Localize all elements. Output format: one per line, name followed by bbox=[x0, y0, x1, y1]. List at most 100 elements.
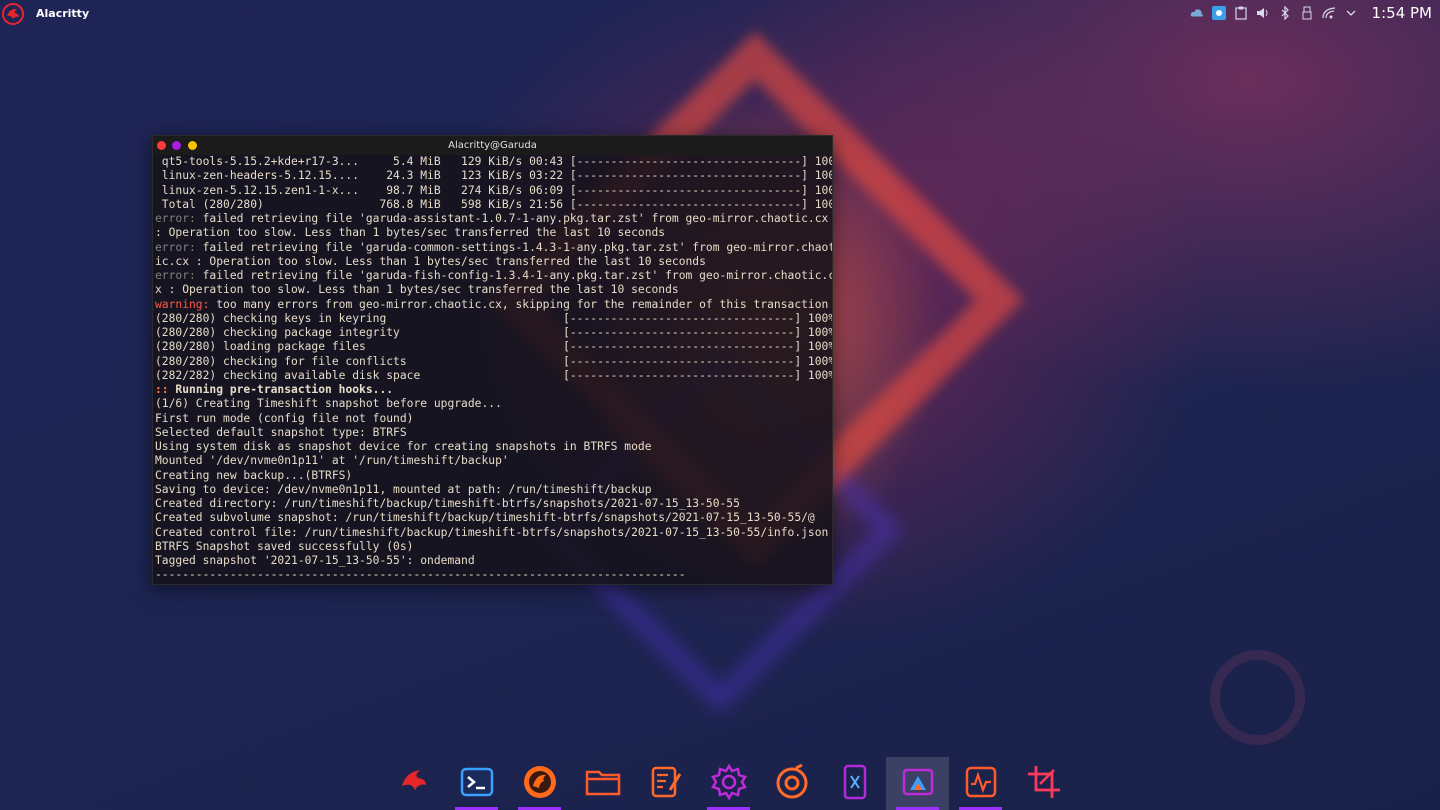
terminal-line: Total (280/280) 768.8 MiB 598 KiB/s 21:5… bbox=[155, 198, 832, 212]
garuda-menu-icon[interactable] bbox=[1, 2, 25, 26]
terminal-line: qt5-tools-5.15.2+kde+r17-3... 5.4 MiB 12… bbox=[155, 155, 832, 169]
line-text: (280/280) checking package integrity [--… bbox=[155, 326, 832, 339]
text-editor-icon bbox=[646, 762, 686, 806]
terminal-line: ic.cx : Operation too slow. Less than 1 … bbox=[155, 255, 832, 269]
dock-item[interactable] bbox=[1012, 757, 1075, 810]
line-text: (1/6) Creating Timeshift snapshot before… bbox=[155, 397, 502, 411]
dock-item[interactable] bbox=[697, 757, 760, 810]
system-monitor-icon bbox=[961, 762, 1001, 806]
terminal-line: (280/280) checking package integrity [--… bbox=[155, 326, 832, 340]
volume-icon[interactable] bbox=[1256, 5, 1270, 21]
terminal-line: error: failed retrieving file 'garuda-fi… bbox=[155, 269, 832, 283]
dock-item[interactable] bbox=[949, 757, 1012, 810]
dock-item[interactable] bbox=[382, 757, 445, 810]
line-text: : Operation too slow. Less than 1 bytes/… bbox=[155, 226, 666, 240]
wifi-icon[interactable] bbox=[1322, 5, 1336, 21]
line-text: Using system disk as snapshot device for… bbox=[155, 440, 652, 453]
terminal-line: Created control file: /run/timeshift/bac… bbox=[155, 526, 832, 540]
dock bbox=[382, 757, 1075, 810]
dock-item[interactable] bbox=[508, 757, 571, 810]
terminal-line: Saving to device: /dev/nvme0n1p11, mount… bbox=[155, 483, 832, 497]
line-text: failed retrieving file 'garuda-fish-conf… bbox=[195, 269, 832, 282]
kde-connect-icon bbox=[835, 762, 875, 806]
system-tray bbox=[1190, 5, 1358, 21]
clock[interactable]: 1:54 PM bbox=[1372, 4, 1432, 22]
line-text: Running pre-transaction hooks... bbox=[168, 383, 394, 396]
line-text: Selected default snapshot type: BTRFS bbox=[155, 425, 407, 439]
window-titlebar[interactable]: Alacritty@Garuda bbox=[153, 136, 832, 155]
terminal-line: Tagged snapshot '2021-07-15_13-50-55': o… bbox=[155, 554, 832, 568]
terminal-line: Created subvolume snapshot: /run/timeshi… bbox=[155, 511, 832, 525]
line-text: BTRFS Snapshot saved successfully (0s) bbox=[155, 539, 414, 553]
terminal-line: ----------------------------------------… bbox=[155, 568, 832, 582]
terminal-line: error: failed retrieving file 'garuda-as… bbox=[155, 212, 832, 226]
line-text: failed retrieving file 'garuda-assistant… bbox=[195, 212, 829, 225]
window-title: Alacritty@Garuda bbox=[448, 140, 537, 151]
dock-item[interactable] bbox=[886, 757, 949, 810]
terminal-line: Using system disk as snapshot device for… bbox=[155, 440, 832, 454]
line-prefix: error: bbox=[155, 240, 196, 254]
line-text: Created control file: /run/timeshift/bac… bbox=[155, 525, 829, 539]
terminal-line: (282/282) checking available disk space … bbox=[155, 369, 832, 383]
terminal-line: linux-zen-5.12.15.zen1-1-x... 98.7 MiB 2… bbox=[155, 184, 832, 198]
terminal-line: (280/280) checking for file conflicts [-… bbox=[155, 355, 832, 369]
bluetooth-icon[interactable] bbox=[1278, 5, 1292, 21]
line-text: failed retrieving file 'garuda-common-se… bbox=[195, 240, 832, 254]
garuda-assistant-icon bbox=[898, 762, 938, 806]
terminal-line: BTRFS Snapshot saved successfully (0s) bbox=[155, 540, 832, 554]
garuda-eagle-icon bbox=[394, 762, 434, 806]
line-text: x : Operation too slow. Less than 1 byte… bbox=[155, 283, 679, 297]
terminal-line: Creating new backup...(BTRFS) bbox=[155, 469, 832, 483]
clipboard-icon[interactable] bbox=[1234, 5, 1248, 21]
line-text: Saving to device: /dev/nvme0n1p11, mount… bbox=[155, 482, 652, 496]
line-text: Mounted '/dev/nvme0n1p11' at '/run/times… bbox=[155, 454, 509, 468]
dock-item[interactable] bbox=[823, 757, 886, 810]
line-prefix: error: bbox=[155, 212, 196, 225]
line-text: (282/282) checking available disk space … bbox=[155, 368, 832, 382]
file-manager-icon bbox=[583, 762, 623, 806]
line-text: too many errors from geo-mirror.chaotic.… bbox=[209, 297, 829, 311]
terminal-line: Created directory: /run/timeshift/backup… bbox=[155, 497, 832, 511]
terminal-line: Mounted '/dev/nvme0n1p11' at '/run/times… bbox=[155, 454, 832, 468]
firedragon-browser-icon bbox=[520, 762, 560, 806]
line-text: linux-zen-5.12.15.zen1-1-x... 98.7 MiB 2… bbox=[155, 183, 832, 197]
line-text: (280/280) checking keys in keyring [----… bbox=[155, 311, 832, 325]
line-text: Creating new backup...(BTRFS) bbox=[155, 468, 353, 482]
line-text: Created subvolume snapshot: /run/timeshi… bbox=[155, 511, 815, 525]
weather-icon[interactable] bbox=[1190, 5, 1204, 21]
line-text: qt5-tools-5.15.2+kde+r17-3... 5.4 MiB 12… bbox=[155, 155, 832, 168]
line-prefix: :: bbox=[155, 383, 169, 396]
usb-icon[interactable] bbox=[1300, 5, 1314, 21]
terminal-line: warning: too many errors from geo-mirror… bbox=[155, 298, 832, 312]
line-text: Total (280/280) 768.8 MiB 598 KiB/s 21:5… bbox=[155, 197, 832, 211]
screenshot-icon[interactable] bbox=[1212, 5, 1226, 21]
terminal-line: x : Operation too slow. Less than 1 byte… bbox=[155, 283, 832, 297]
dock-item[interactable] bbox=[445, 757, 508, 810]
top-panel: Alacritty 1:54 PM bbox=[0, 0, 1440, 28]
line-prefix: warning: bbox=[155, 297, 210, 311]
active-app-title: Alacritty bbox=[36, 7, 90, 20]
terminal-line: (280/280) checking keys in keyring [----… bbox=[155, 312, 832, 326]
line-text: Tagged snapshot '2021-07-15_13-50-55': o… bbox=[155, 554, 475, 567]
line-prefix: error: bbox=[155, 269, 196, 282]
terminal-line: First run mode (config file not found) bbox=[155, 412, 832, 426]
line-text: ----------------------------------------… bbox=[155, 568, 686, 582]
line-text: linux-zen-headers-5.12.15.... 24.3 MiB 1… bbox=[155, 169, 832, 183]
terminal-line: Selected default snapshot type: BTRFS bbox=[155, 426, 832, 440]
wallpaper-logo bbox=[1210, 650, 1305, 745]
settings-gear-icon bbox=[709, 762, 749, 806]
terminal-window[interactable]: Alacritty@Garuda qt5-tools-5.15.2+kde+r1… bbox=[152, 135, 833, 585]
dock-item[interactable] bbox=[634, 757, 697, 810]
dock-item[interactable] bbox=[571, 757, 634, 810]
terminal-line: error: failed retrieving file 'garuda-co… bbox=[155, 241, 832, 255]
terminal-output[interactable]: qt5-tools-5.15.2+kde+r17-3... 5.4 MiB 12… bbox=[153, 155, 832, 583]
chevron-down-icon[interactable] bbox=[1344, 5, 1358, 21]
terminal-line: : Operation too slow. Less than 1 bytes/… bbox=[155, 226, 832, 240]
terminal-line: (280/280) loading package files [-------… bbox=[155, 340, 832, 354]
dock-item[interactable] bbox=[760, 757, 823, 810]
terminal-line: (1/6) Creating Timeshift snapshot before… bbox=[155, 397, 832, 411]
line-text: ic.cx : Operation too slow. Less than 1 … bbox=[155, 254, 706, 268]
terminal-line: :: Running pre-transaction hooks... bbox=[155, 383, 832, 397]
line-text: Created directory: /run/timeshift/backup… bbox=[155, 497, 740, 510]
music-player-icon bbox=[772, 762, 812, 806]
